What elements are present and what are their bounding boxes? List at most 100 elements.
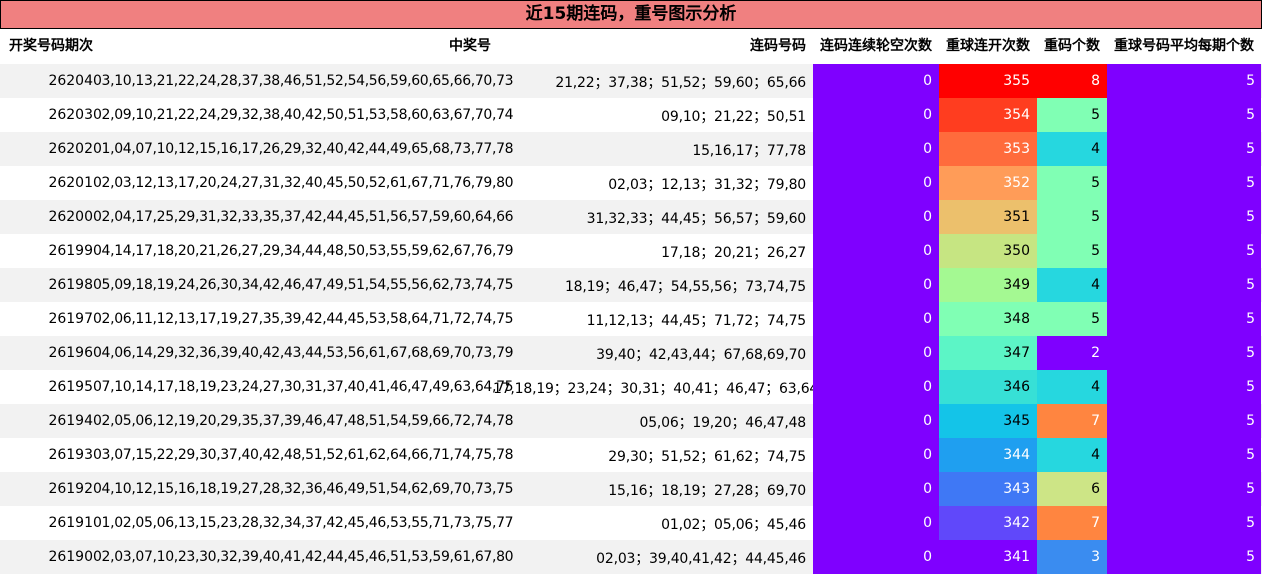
cell-numbers: 02,05,06,12,19,20,29,35,37,39,46,47,48,5… bbox=[93, 413, 514, 429]
header-avg: 重球号码平均每期个数 bbox=[1114, 38, 1254, 54]
cell-gap: 0 bbox=[813, 132, 939, 166]
cell-gap: 0 bbox=[813, 302, 939, 336]
cell-chong: 341 bbox=[939, 540, 1037, 574]
cell-chong: 350 bbox=[939, 234, 1037, 268]
table-row: 26204 03,10,13,21,22,24,28,37,38,46,51,52… bbox=[0, 64, 1262, 98]
cell-lian: 05,06；19,20；46,47,48 bbox=[639, 415, 806, 431]
cell-lian: 17,18；20,21；26,27 bbox=[661, 245, 806, 261]
cell-lian: 18,19；46,47；54,55,56；73,74,75 bbox=[564, 279, 806, 295]
cell-chong: 349 bbox=[939, 268, 1037, 302]
header-numbers: 中奖号 bbox=[449, 38, 491, 54]
cell-gap: 0 bbox=[813, 64, 939, 98]
header-count: 重码个数 bbox=[1044, 38, 1100, 54]
cell-count: 7 bbox=[1037, 404, 1107, 438]
cell-gap: 0 bbox=[813, 404, 939, 438]
cell-issue: 26195 bbox=[48, 379, 93, 395]
table-title: 近15期连码，重号图示分析 bbox=[0, 0, 1262, 29]
cell-numbers: 03,07,15,22,29,30,37,40,42,48,51,52,61,6… bbox=[93, 447, 514, 463]
cell-lian: 02,03；39,40,41,42；44,45,46 bbox=[596, 551, 806, 567]
cell-issue: 26203 bbox=[48, 107, 93, 123]
cell-count: 2 bbox=[1037, 336, 1107, 370]
cell-issue: 26197 bbox=[48, 311, 93, 327]
cell-lian: 11,12,13；44,45；71,72；74,75 bbox=[586, 313, 807, 329]
cell-avg: 5 bbox=[1107, 438, 1261, 472]
cell-gap: 0 bbox=[813, 506, 939, 540]
cell-issue: 26201 bbox=[48, 175, 93, 191]
cell-lian: 15,16；18,19；27,28；69,70 bbox=[608, 483, 806, 499]
table-row: 26195 07,10,14,17,18,19,23,24,27,30,31,37… bbox=[0, 370, 1262, 404]
cell-avg: 5 bbox=[1107, 336, 1261, 370]
cell-count: 6 bbox=[1037, 472, 1107, 506]
cell-chong: 355 bbox=[939, 64, 1037, 98]
cell-lian: 21,22；37,38；51,52；59,60；65,66 bbox=[555, 75, 806, 91]
cell-count: 5 bbox=[1037, 234, 1107, 268]
cell-numbers: 02,03,07,10,23,30,32,39,40,41,42,44,45,4… bbox=[93, 549, 514, 565]
cell-count: 3 bbox=[1037, 540, 1107, 574]
cell-lian: 09,10；21,22；50,51 bbox=[661, 109, 806, 125]
cell-issue: 26199 bbox=[48, 243, 93, 259]
cell-avg: 5 bbox=[1107, 540, 1261, 574]
cell-gap: 0 bbox=[813, 472, 939, 506]
cell-gap: 0 bbox=[813, 166, 939, 200]
cell-avg: 5 bbox=[1107, 302, 1261, 336]
cell-numbers: 01,04,07,10,12,15,16,17,26,29,32,40,42,4… bbox=[93, 141, 514, 157]
cell-count: 5 bbox=[1037, 166, 1107, 200]
table-row: 26201 02,03,12,13,17,20,24,27,31,32,40,45… bbox=[0, 166, 1262, 200]
cell-gap: 0 bbox=[813, 268, 939, 302]
cell-issue: 26191 bbox=[48, 515, 93, 531]
cell-chong: 344 bbox=[939, 438, 1037, 472]
cell-count: 5 bbox=[1037, 302, 1107, 336]
cell-count: 4 bbox=[1037, 370, 1107, 404]
table-row: 26202 01,04,07,10,12,15,16,17,26,29,32,40… bbox=[0, 132, 1262, 166]
cell-lian: 29,30；51,52；61,62；74,75 bbox=[608, 449, 806, 465]
cell-chong: 352 bbox=[939, 166, 1037, 200]
table-body: 26204 03,10,13,21,22,24,28,37,38,46,51,52… bbox=[0, 64, 1262, 574]
cell-lian: 39,40；42,43,44；67,68,69,70 bbox=[596, 347, 806, 363]
cell-numbers: 04,10,12,15,16,18,19,27,28,32,36,46,49,5… bbox=[93, 481, 514, 497]
cell-issue: 26202 bbox=[48, 141, 93, 157]
cell-count: 4 bbox=[1037, 438, 1107, 472]
cell-gap: 0 bbox=[813, 98, 939, 132]
cell-numbers: 02,03,12,13,17,20,24,27,31,32,40,45,50,5… bbox=[93, 175, 514, 191]
table-row: 26194 02,05,06,12,19,20,29,35,37,39,46,47… bbox=[0, 404, 1262, 438]
cell-issue: 26204 bbox=[48, 73, 93, 89]
table-row: 26198 05,09,18,19,24,26,30,34,42,46,47,49… bbox=[0, 268, 1262, 302]
cell-chong: 351 bbox=[939, 200, 1037, 234]
cell-avg: 5 bbox=[1107, 132, 1261, 166]
cell-lian: 02,03；12,13；31,32；79,80 bbox=[608, 177, 806, 193]
cell-avg: 5 bbox=[1107, 506, 1261, 540]
cell-gap: 0 bbox=[813, 234, 939, 268]
cell-issue: 26190 bbox=[48, 549, 93, 565]
cell-chong: 345 bbox=[939, 404, 1037, 438]
cell-issue: 26200 bbox=[48, 209, 93, 225]
cell-avg: 5 bbox=[1107, 370, 1261, 404]
cell-chong: 354 bbox=[939, 98, 1037, 132]
cell-count: 7 bbox=[1037, 506, 1107, 540]
cell-chong: 342 bbox=[939, 506, 1037, 540]
cell-chong: 346 bbox=[939, 370, 1037, 404]
header-issue: 开奖号码期次 bbox=[9, 38, 93, 54]
table-row: 26191 01,02,05,06,13,15,23,28,32,34,37,42… bbox=[0, 506, 1262, 540]
cell-chong: 348 bbox=[939, 302, 1037, 336]
cell-avg: 5 bbox=[1107, 64, 1261, 98]
cell-numbers: 04,06,14,29,32,36,39,40,42,43,44,53,56,6… bbox=[93, 345, 514, 361]
table-row: 26197 02,06,11,12,13,17,19,27,35,39,42,44… bbox=[0, 302, 1262, 336]
cell-chong: 343 bbox=[939, 472, 1037, 506]
table-row: 26192 04,10,12,15,16,18,19,27,28,32,36,46… bbox=[0, 472, 1262, 506]
cell-issue: 26193 bbox=[48, 447, 93, 463]
cell-numbers: 03,10,13,21,22,24,28,37,38,46,51,52,54,5… bbox=[93, 73, 514, 89]
cell-issue: 26194 bbox=[48, 413, 93, 429]
cell-avg: 5 bbox=[1107, 200, 1261, 234]
cell-lian: 15,16,17；77,78 bbox=[692, 143, 806, 159]
cell-gap: 0 bbox=[813, 200, 939, 234]
cell-lian: 01,02；05,06；45,46 bbox=[661, 517, 806, 533]
cell-numbers: 07,10,14,17,18,19,23,24,27,30,31,37,40,4… bbox=[93, 379, 514, 395]
cell-count: 5 bbox=[1037, 98, 1107, 132]
cell-avg: 5 bbox=[1107, 472, 1261, 506]
cell-chong: 347 bbox=[939, 336, 1037, 370]
cell-issue: 26198 bbox=[48, 277, 93, 293]
cell-gap: 0 bbox=[813, 438, 939, 472]
cell-avg: 5 bbox=[1107, 404, 1261, 438]
cell-numbers: 01,02,05,06,13,15,23,28,32,34,37,42,45,4… bbox=[93, 515, 514, 531]
table-row: 26193 03,07,15,22,29,30,37,40,42,48,51,52… bbox=[0, 438, 1262, 472]
